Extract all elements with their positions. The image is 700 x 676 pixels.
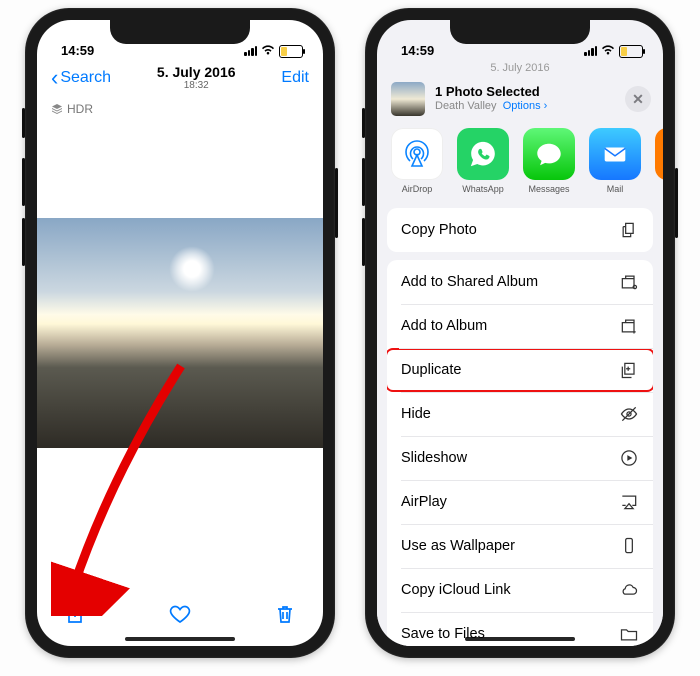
action-hide[interactable]: Hide [387, 392, 653, 436]
duplicate-icon [619, 360, 639, 380]
app-mail[interactable]: Mail [589, 128, 641, 194]
signal-icon [244, 46, 257, 56]
action-label: Use as Wallpaper [401, 538, 515, 554]
photo-thumbnail[interactable] [391, 82, 425, 116]
more-apps-icon [655, 128, 663, 180]
back-label: Search [60, 69, 111, 87]
action-label: AirPlay [401, 494, 447, 510]
options-button[interactable]: Options › [503, 100, 548, 112]
delete-button[interactable] [273, 602, 297, 631]
airplay-icon [619, 492, 639, 512]
wifi-icon [601, 44, 615, 58]
action-label: Hide [401, 406, 431, 422]
notch [110, 20, 250, 44]
action-slideshow[interactable]: Slideshow [387, 436, 653, 480]
cloud-icon [619, 580, 639, 600]
mail-icon [589, 128, 641, 180]
folder-icon [619, 624, 639, 644]
action-label: Add to Shared Album [401, 274, 538, 290]
status-time: 14:59 [61, 43, 94, 58]
action-label: Copy iCloud Link [401, 582, 511, 598]
app-label: Mail [589, 184, 641, 194]
wifi-icon [261, 44, 275, 58]
action-add-album[interactable]: Add to Album [387, 304, 653, 348]
stack-icon [51, 103, 63, 115]
hide-icon [619, 404, 639, 424]
action-label: Duplicate [401, 362, 461, 378]
whatsapp-icon [457, 128, 509, 180]
photo-landscape [37, 218, 323, 448]
action-duplicate[interactable]: Duplicate [387, 348, 653, 392]
close-icon: ✕ [632, 91, 644, 108]
app-label: AirDrop [391, 184, 443, 194]
share-actions[interactable]: Copy Photo Add to Shared Album Add to Al… [377, 208, 663, 646]
app-more[interactable] [655, 128, 663, 194]
share-button[interactable] [63, 602, 87, 631]
action-copy-icloud[interactable]: Copy iCloud Link [387, 568, 653, 612]
airdrop-icon [391, 128, 443, 180]
background-date: 5. July 2016 [377, 60, 663, 74]
share-location: Death Valley [435, 100, 497, 112]
home-indicator[interactable] [125, 637, 235, 641]
photo-viewer[interactable] [37, 120, 323, 586]
share-apps-row[interactable]: AirDrop WhatsApp Messages Mail [377, 128, 663, 208]
battery-icon [279, 45, 303, 58]
shared-album-icon [619, 272, 639, 292]
action-label: Slideshow [401, 450, 467, 466]
app-label: WhatsApp [457, 184, 509, 194]
favorite-button[interactable] [168, 602, 192, 631]
edit-button[interactable]: Edit [281, 69, 309, 87]
app-messages[interactable]: Messages [523, 128, 575, 194]
action-copy-photo[interactable]: Copy Photo [387, 208, 653, 252]
play-icon [619, 448, 639, 468]
app-airdrop[interactable]: AirDrop [391, 128, 443, 194]
notch [450, 20, 590, 44]
close-button[interactable]: ✕ [625, 86, 651, 112]
album-icon [619, 316, 639, 336]
nav-bar: ‹ Search 5. July 2016 18:32 Edit [37, 60, 323, 98]
phone-left: 14:59 ‹ Search 5. July 2016 18:32 Edit [25, 8, 335, 658]
signal-icon [584, 46, 597, 56]
page-title: 5. July 2016 18:32 [157, 64, 236, 92]
action-add-shared-album[interactable]: Add to Shared Album [387, 260, 653, 304]
action-wallpaper[interactable]: Use as Wallpaper [387, 524, 653, 568]
status-time: 14:59 [401, 43, 434, 58]
action-label: Copy Photo [401, 222, 477, 238]
share-title: 1 Photo Selected [435, 85, 547, 100]
share-sheet-header: 1 Photo Selected Death Valley Options › … [377, 74, 663, 128]
app-label: Messages [523, 184, 575, 194]
home-indicator[interactable] [465, 637, 575, 641]
battery-icon [619, 45, 643, 58]
back-button[interactable]: ‹ Search [51, 69, 111, 87]
messages-icon [523, 128, 575, 180]
action-label: Add to Album [401, 318, 487, 334]
phone-icon [619, 536, 639, 556]
app-whatsapp[interactable]: WhatsApp [457, 128, 509, 194]
phone-right: 14:59 5. July 2016 1 Photo Selected Deat… [365, 8, 675, 658]
action-airplay[interactable]: AirPlay [387, 480, 653, 524]
copy-icon [619, 220, 639, 240]
hdr-badge: HDR [37, 98, 323, 120]
